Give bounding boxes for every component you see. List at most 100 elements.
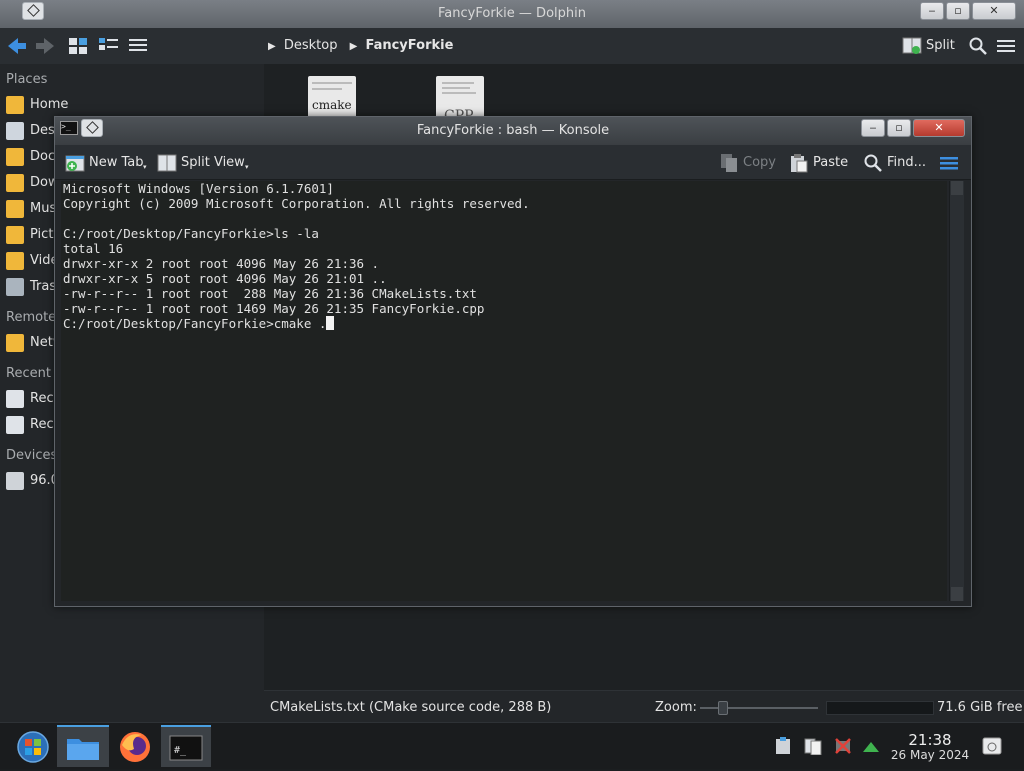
konsole-toolbar: New Tab ▾ Split View ▾ Copy Paste Find..… — [55, 145, 971, 180]
terminal-line: drwxr-xr-x 5 root root 4096 May 26 21:01… — [63, 271, 387, 286]
terminal-line: -rw-r--r-- 1 root root 288 May 26 21:36 … — [63, 286, 477, 301]
recent-locations-icon — [6, 416, 24, 434]
dolphin-toolbar: ▶ Desktop ▶ FancyForkie Split — [0, 28, 1024, 65]
breadcrumb-current[interactable]: FancyForkie — [365, 38, 453, 53]
find-icon — [864, 154, 882, 172]
file-manager-icon — [67, 739, 99, 760]
copy-button[interactable]: Copy — [719, 153, 779, 173]
terminal-scrollbar[interactable] — [949, 181, 964, 601]
split-icon — [902, 37, 922, 54]
hamburger-menu-icon[interactable] — [996, 36, 1016, 56]
folder-downloads-icon — [6, 174, 24, 192]
konsole-window-title: FancyForkie : bash — Konsole — [416, 123, 610, 138]
scroll-up-arrow-icon[interactable] — [951, 181, 963, 195]
dolphin-titlebar[interactable]: FancyForkie — Dolphin ‒ ▫ ✕ — [0, 0, 1024, 28]
new-tab-button[interactable]: New Tab ▾ — [65, 153, 149, 173]
copy-icon — [721, 154, 737, 172]
recent-files-icon — [6, 390, 24, 408]
breadcrumb: ▶ Desktop ▶ FancyForkie — [268, 38, 453, 53]
terminal-line: C:/root/Desktop/FancyForkie>ls -la — [63, 226, 319, 241]
konsole-maximize-button[interactable]: ▫ — [887, 119, 911, 137]
sidebar-item-label: Tras — [30, 279, 57, 294]
terminal-output: Microsoft Windows [Version 6.1.7601] Copy… — [61, 181, 947, 316]
places-section-header: Places — [6, 72, 48, 87]
sidebar-item-label: Home — [30, 97, 69, 112]
konsole-close-button[interactable]: ✕ — [913, 119, 965, 137]
split-view-button[interactable]: Split View ▾ — [157, 153, 253, 173]
start-orb-icon — [17, 731, 49, 763]
chevron-right-icon: ▶ — [349, 41, 358, 52]
icons-view-icon[interactable] — [68, 36, 88, 56]
taskbar-konsole[interactable]: #_ — [161, 725, 211, 767]
free-space-text: 71.6 GiB free — [937, 700, 1023, 715]
network-disconnected-icon[interactable] — [834, 737, 852, 755]
breadcrumb-parent[interactable]: Desktop — [284, 38, 338, 53]
chevron-right-icon: ▶ — [268, 41, 276, 52]
status-bar: CMakeLists.txt (CMake source code, 288 B… — [264, 690, 1024, 723]
updates-icon[interactable] — [862, 737, 880, 755]
clock[interactable]: 21:38 26 May 2024 — [890, 732, 970, 762]
show-desktop-icon[interactable] — [982, 737, 1002, 755]
taskbar: #_ 21:38 26 May 2024 — [0, 722, 1024, 769]
status-text: CMakeLists.txt (CMake source code, 288 B… — [270, 700, 552, 715]
search-icon[interactable] — [968, 36, 988, 56]
copy-label: Copy — [743, 155, 776, 170]
terminal-line: -rw-r--r-- 1 root root 1469 May 26 21:35… — [63, 301, 485, 316]
terminal-area[interactable]: Microsoft Windows [Version 6.1.7601] Copy… — [61, 181, 947, 601]
start-button[interactable] — [8, 725, 58, 767]
remote-section-header: Remote — [6, 310, 57, 325]
terminal-input[interactable]: cmake . — [274, 316, 327, 331]
paste-label: Paste — [813, 155, 849, 170]
new-tab-icon — [65, 155, 85, 172]
terminal-line: Copyright (c) 2009 Microsoft Corporation… — [63, 196, 530, 211]
details-view-icon[interactable] — [128, 36, 148, 56]
find-button[interactable]: Find... — [863, 153, 927, 173]
terminal-cursor — [326, 316, 335, 330]
zoom-label: Zoom: — [655, 700, 697, 715]
konsole-window: >_ FancyForkie : bash — Konsole ‒ ▫ ✕ Ne… — [54, 116, 972, 607]
devices-section-header: Devices — [6, 448, 58, 463]
hamburger-menu-icon[interactable] — [939, 153, 959, 173]
network-icon — [6, 334, 24, 352]
dolphin-maximize-button[interactable]: ▫ — [946, 2, 970, 20]
trash-icon — [6, 278, 24, 296]
folder-pictures-icon — [6, 226, 24, 244]
terminal-prompt: C:/root/Desktop/FancyForkie> — [63, 316, 274, 331]
taskbar-dolphin[interactable] — [57, 725, 109, 767]
paste-button[interactable]: Paste — [789, 153, 851, 173]
recent-section-header: Recent — [6, 366, 51, 381]
new-tab-label: New Tab — [89, 155, 144, 170]
dolphin-minimize-button[interactable]: ‒ — [920, 2, 944, 20]
split-view-icon — [157, 154, 177, 172]
folder-videos-icon — [6, 252, 24, 270]
notes-icon[interactable] — [804, 737, 822, 756]
folder-home-icon — [6, 96, 24, 114]
dolphin-close-button[interactable]: ✕ — [972, 2, 1016, 20]
terminal-line: Microsoft Windows [Version 6.1.7601] — [63, 181, 334, 196]
clock-time: 21:38 — [908, 731, 952, 749]
compact-view-icon[interactable] — [98, 36, 118, 56]
firefox-icon — [120, 732, 150, 762]
forward-icon[interactable] — [34, 36, 54, 56]
disk-space-bar — [826, 701, 934, 715]
terminal-prompt-line[interactable]: C:/root/Desktop/FancyForkie>cmake . — [61, 316, 947, 331]
taskbar-firefox[interactable] — [110, 725, 160, 767]
chevron-down-icon: ▾ — [245, 163, 249, 171]
svg-text:#_: #_ — [174, 745, 187, 756]
find-label: Find... — [887, 155, 927, 170]
zoom-slider-handle[interactable] — [718, 701, 728, 715]
chevron-down-icon: ▾ — [143, 163, 147, 171]
scroll-down-arrow-icon[interactable] — [951, 587, 963, 601]
desktop-icon — [6, 122, 24, 140]
konsole-minimize-button[interactable]: ‒ — [861, 119, 885, 137]
zoom-slider[interactable] — [700, 701, 818, 715]
back-icon[interactable] — [6, 36, 26, 56]
terminal-icon: #_ — [169, 735, 203, 761]
terminal-line: total 16 — [63, 241, 124, 256]
konsole-titlebar[interactable]: >_ FancyForkie : bash — Konsole ‒ ▫ ✕ — [55, 117, 971, 145]
dolphin-window-title: FancyForkie — Dolphin — [438, 6, 586, 21]
clipboard-icon[interactable] — [774, 737, 792, 755]
split-label: Split — [926, 38, 955, 53]
sidebar-item-places[interactable]: Home — [6, 94, 256, 116]
